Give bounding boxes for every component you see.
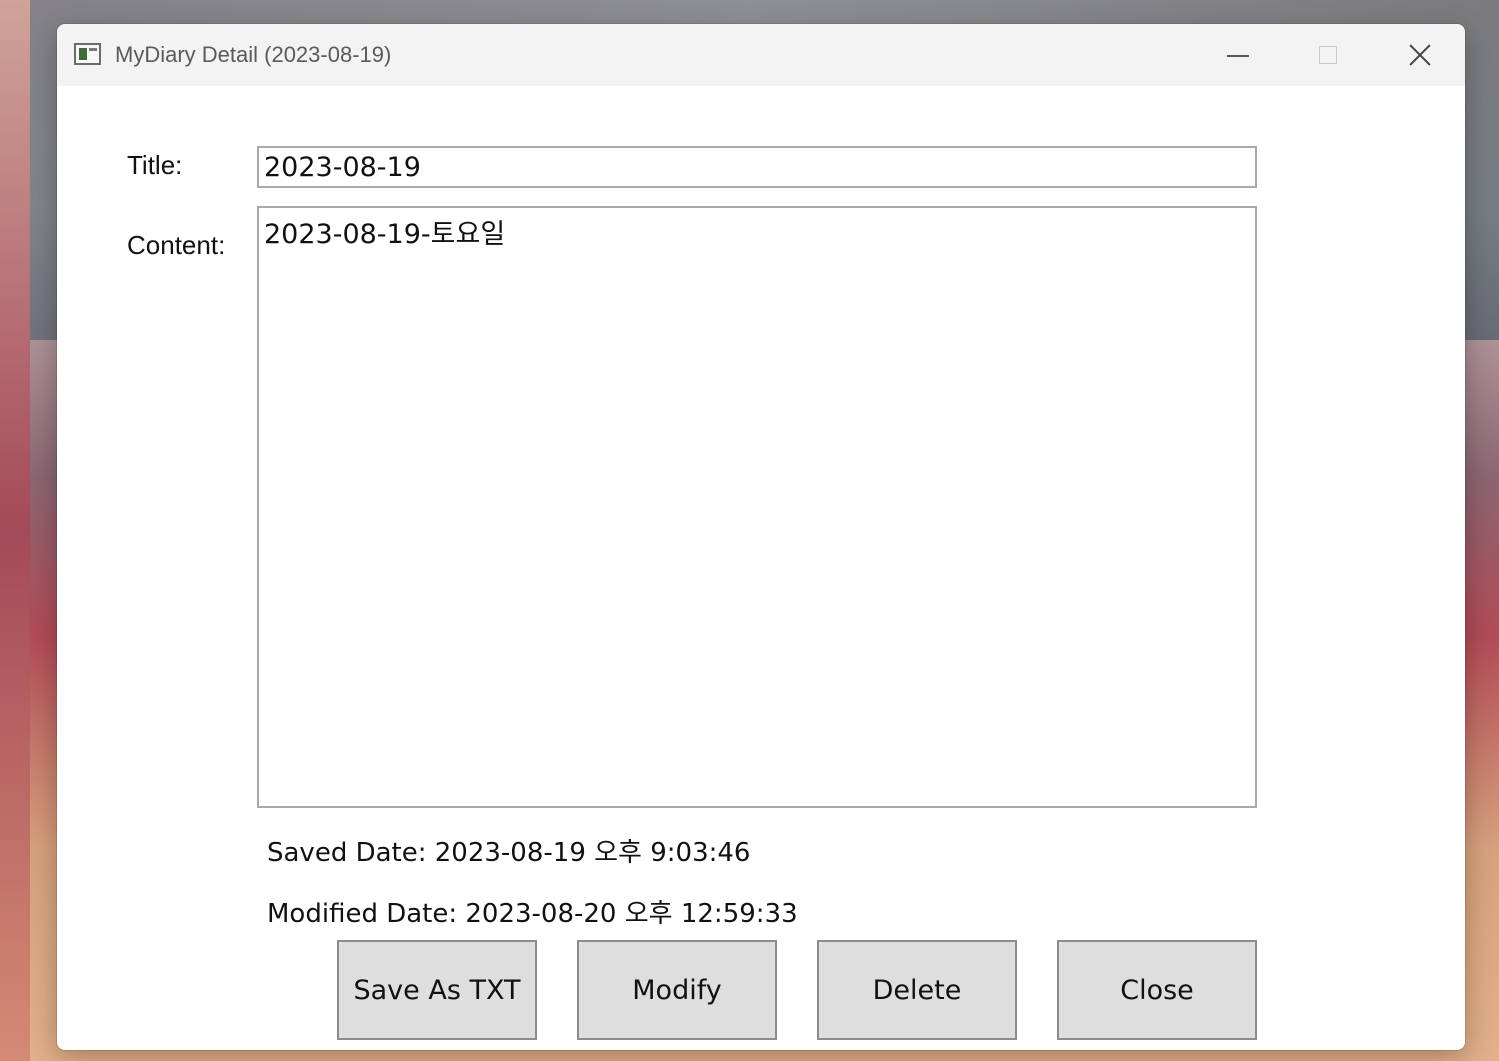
maximize-button[interactable] [1283, 24, 1373, 86]
delete-button[interactable]: Delete [817, 940, 1017, 1040]
minimize-button[interactable] [1193, 24, 1283, 86]
close-window-button[interactable] [1375, 24, 1465, 86]
maximize-icon [1319, 46, 1337, 64]
title-label: Title: [127, 150, 183, 180]
content-textarea[interactable]: 2023-08-19-토요일 [257, 206, 1257, 808]
modify-button[interactable]: Modify [577, 940, 777, 1040]
app-window-icon [74, 43, 101, 65]
wallpaper-left-strip [0, 0, 30, 1061]
content-label: Content: [127, 230, 226, 260]
title-input[interactable]: 2023-08-19 [257, 146, 1257, 188]
title-bar[interactable]: MyDiary Detail (2023-08-19) [57, 24, 1465, 86]
saved-date-text: Saved Date: 2023-08-19 오후 9:03:46 [267, 838, 751, 868]
save-as-txt-button[interactable]: Save As TXT [337, 940, 537, 1040]
diary-detail-window: MyDiary Detail (2023-08-19) Title: 2023-… [57, 24, 1465, 1050]
close-icon [1409, 44, 1431, 66]
modified-date-text: Modified Date: 2023-08-20 오후 12:59:33 [267, 899, 798, 929]
window-title: MyDiary Detail (2023-08-19) [115, 42, 392, 67]
minimize-icon [1227, 55, 1249, 57]
close-button[interactable]: Close [1057, 940, 1257, 1040]
